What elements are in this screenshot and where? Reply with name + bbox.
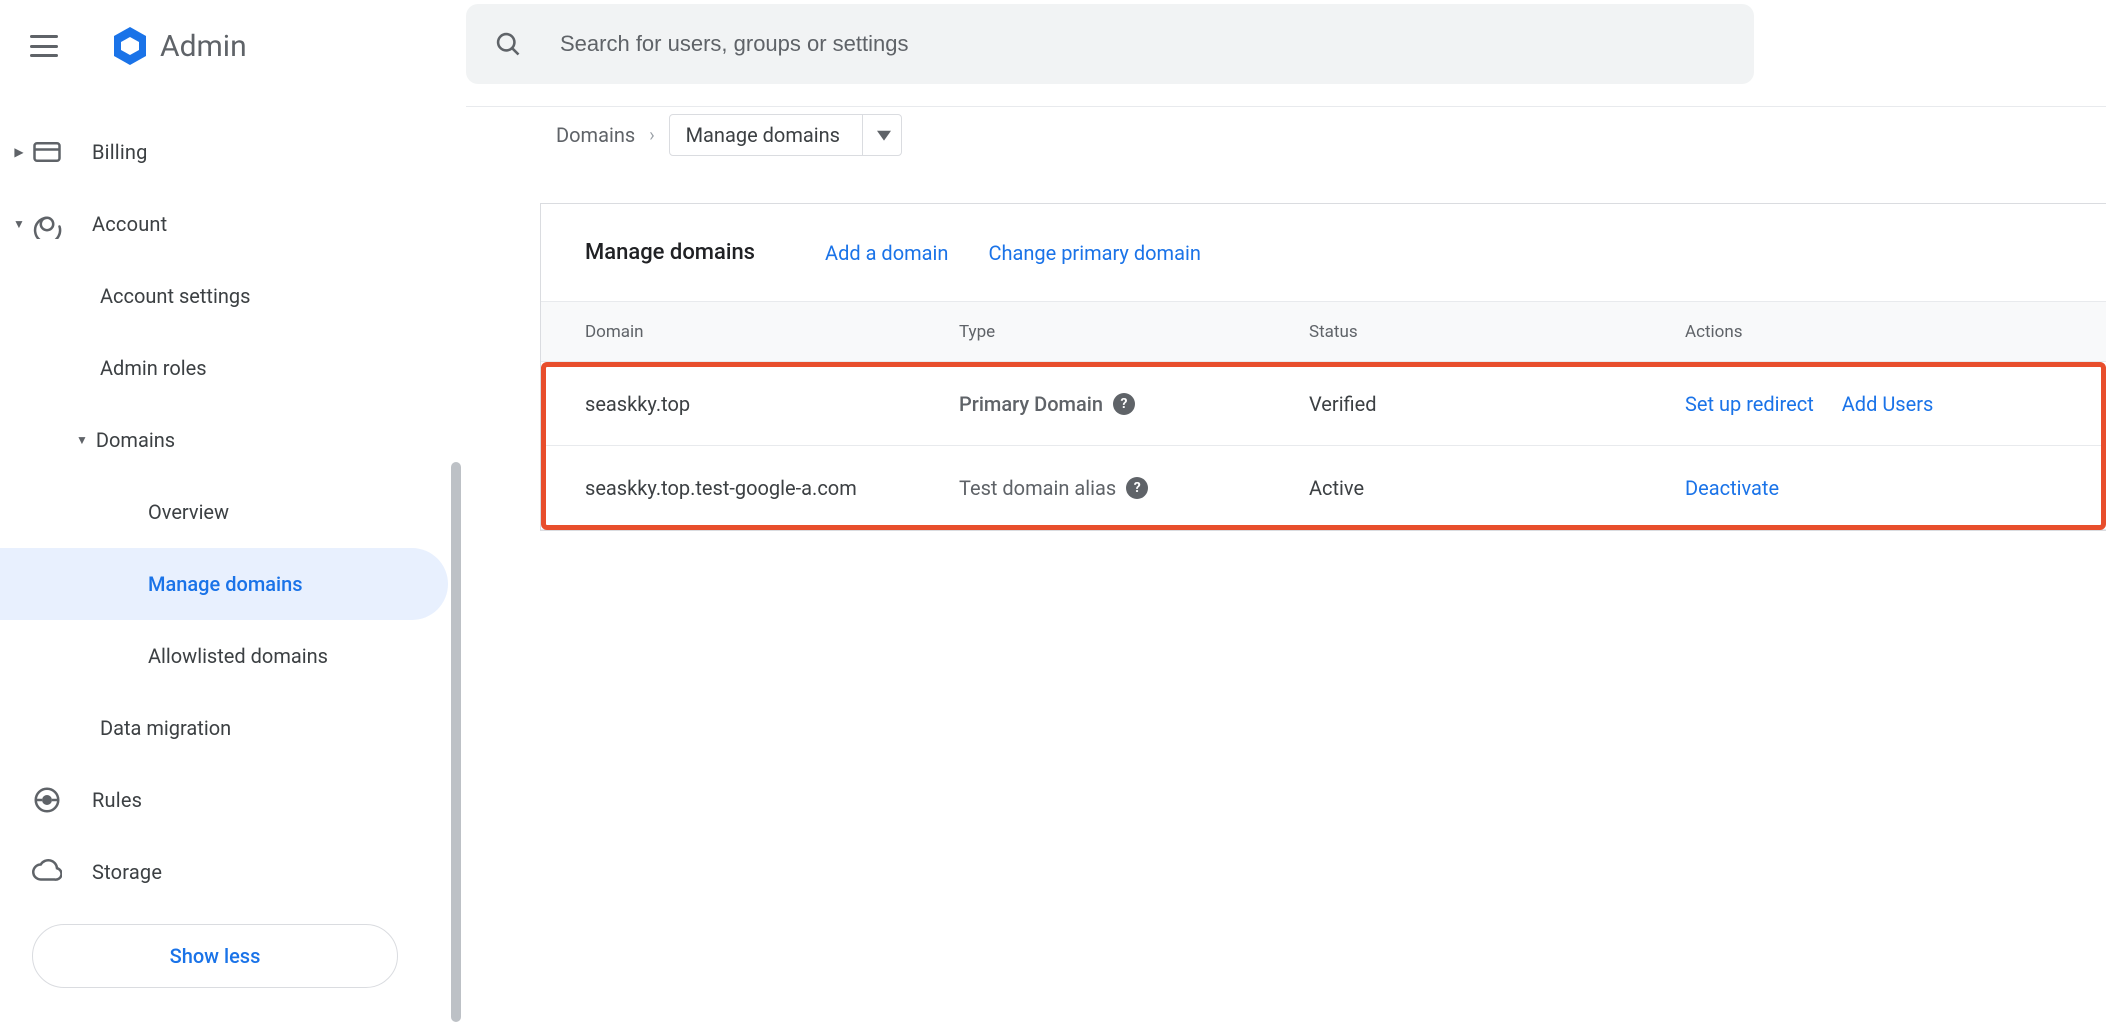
cell-actions: Set up redirect Add Users — [1685, 392, 2106, 416]
sidebar-item-manage-domains[interactable]: Manage domains — [0, 548, 448, 620]
table-row[interactable]: seaskky.topPrimary Domain?VerifiedSet up… — [541, 362, 2106, 446]
breadcrumb-parent[interactable]: Domains — [556, 123, 635, 147]
expand-arrow-icon: ▶ — [10, 145, 28, 159]
cell-status: Verified — [1309, 392, 1685, 416]
admin-logo[interactable]: Admin — [108, 24, 247, 68]
nav-label: Account settings — [100, 284, 250, 308]
cell-type: Test domain alias? — [959, 476, 1309, 500]
show-less-button[interactable]: Show less — [32, 924, 398, 988]
breadcrumb: Domains › Manage domains — [466, 107, 2106, 163]
main-content: Domains › Manage domains Manage domains … — [466, 106, 2106, 531]
col-header-type: Type — [959, 322, 1309, 342]
action-link[interactable]: Set up redirect — [1685, 392, 1814, 416]
card-header: Manage domains Add a domain Change prima… — [541, 204, 2106, 302]
nav-label: Admin roles — [100, 356, 207, 380]
change-primary-domain-button[interactable]: Change primary domain — [988, 241, 1200, 265]
nav-label: Data migration — [100, 716, 231, 740]
sidebar-item-billing[interactable]: ▶ Billing — [0, 116, 448, 188]
help-icon[interactable]: ? — [1113, 393, 1135, 415]
table-body: seaskky.topPrimary Domain?VerifiedSet up… — [541, 362, 2106, 530]
sidebar-item-domains[interactable]: ▼ Domains — [0, 404, 448, 476]
nav-label: Domains — [96, 428, 175, 452]
action-link[interactable]: Deactivate — [1685, 476, 1779, 500]
add-domain-button[interactable]: Add a domain — [825, 241, 948, 265]
admin-logo-icon — [108, 24, 152, 68]
nav-label: Overview — [148, 500, 229, 524]
manage-domains-card: Manage domains Add a domain Change prima… — [540, 203, 2106, 531]
collapse-arrow-icon: ▼ — [76, 433, 88, 447]
sidebar-item-data-migration[interactable]: Data migration — [0, 692, 448, 764]
action-link[interactable]: Add Users — [1842, 392, 1934, 416]
account-icon — [32, 209, 62, 239]
search-icon — [494, 30, 522, 58]
table-header-row: Domain Type Status Actions — [541, 302, 2106, 362]
collapse-arrow-icon: ▼ — [10, 217, 28, 231]
search-input[interactable] — [560, 31, 1726, 57]
sidebar-scrollbar[interactable] — [451, 462, 461, 1022]
col-header-status: Status — [1309, 322, 1685, 342]
col-header-actions: Actions — [1685, 322, 2106, 342]
cell-status: Active — [1309, 476, 1685, 500]
help-icon[interactable]: ? — [1126, 477, 1148, 499]
table-row[interactable]: seaskky.top.test-google-a.comTest domain… — [541, 446, 2106, 530]
nav-label: Storage — [92, 860, 162, 884]
cell-domain: seaskky.top.test-google-a.com — [585, 476, 959, 500]
cell-domain: seaskky.top — [585, 392, 959, 416]
chevron-right-icon: › — [649, 125, 654, 146]
storage-icon — [32, 857, 62, 887]
search-bar[interactable] — [466, 4, 1754, 84]
sidebar-item-storage[interactable]: Storage — [0, 836, 448, 908]
cell-actions: Deactivate — [1685, 476, 2106, 500]
rules-icon — [32, 785, 62, 815]
nav-label: Manage domains — [148, 572, 303, 596]
sidebar-item-allowlisted-domains[interactable]: Allowlisted domains — [0, 620, 448, 692]
app-name: Admin — [160, 29, 247, 64]
dropdown-arrow-icon — [862, 115, 891, 155]
sidebar: ▶ Billing ▼ Account Account settings Adm… — [0, 116, 448, 988]
cell-type: Primary Domain? — [959, 392, 1309, 416]
sidebar-item-overview[interactable]: Overview — [0, 476, 448, 548]
main-menu-button[interactable] — [28, 30, 60, 62]
nav-label: Billing — [92, 140, 148, 164]
col-header-domain: Domain — [585, 322, 959, 342]
breadcrumb-current: Manage domains — [686, 123, 840, 147]
button-label: Show less — [170, 944, 261, 968]
nav-label: Allowlisted domains — [148, 644, 328, 668]
sidebar-item-rules[interactable]: Rules — [0, 764, 448, 836]
nav-label: Rules — [92, 788, 142, 812]
breadcrumb-dropdown[interactable]: Manage domains — [669, 114, 902, 156]
sidebar-item-admin-roles[interactable]: Admin roles — [0, 332, 448, 404]
sidebar-item-account[interactable]: ▼ Account — [0, 188, 448, 260]
billing-icon — [32, 137, 62, 167]
nav-label: Account — [92, 212, 167, 236]
card-title: Manage domains — [585, 240, 755, 265]
sidebar-item-account-settings[interactable]: Account settings — [0, 260, 448, 332]
